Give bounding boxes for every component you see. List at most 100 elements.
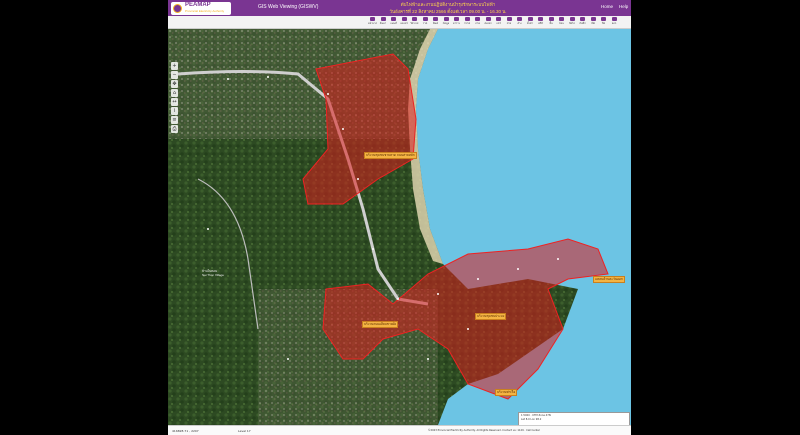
- toolbar-tool-label: ภาพ: [475, 22, 480, 25]
- zoom-out-icon[interactable]: −: [171, 71, 178, 79]
- menu-home[interactable]: Home: [601, 4, 613, 9]
- toolbar-button-16[interactable]: สถิติ: [536, 17, 545, 27]
- map-label-4[interactable]: แหลมด้านตะวันออก: [593, 276, 625, 283]
- toolbar-tool-icon: [496, 17, 501, 21]
- pea-logo[interactable]: PEAMAP Provincial Electricity Authority: [171, 2, 231, 15]
- logo-subtext: Provincial Electricity Authority: [185, 9, 225, 13]
- map-label-1[interactable]: บริเวณชุมชนชายหาด ถนนสายหลัก: [364, 152, 417, 159]
- scale-line-2: Lat 8.0 Lon 98.2: [521, 418, 542, 421]
- toolbar-tool-icon: [569, 17, 575, 21]
- map-label-3[interactable]: บริเวณชุมชนประมง: [475, 313, 507, 320]
- map-label-2[interactable]: บริเวณถนนเลียบชายฝั่ง: [362, 321, 399, 328]
- toolbar-tool-label: ปิด: [601, 22, 606, 25]
- toolbar-button-17[interactable]: ชั้น: [547, 17, 556, 27]
- toolbar-tool-label: วาด: [422, 22, 428, 25]
- coordinate-readout: 416828.71 , 2207: [172, 429, 199, 433]
- toolbar-button-3[interactable]: เลเยอร์: [400, 17, 409, 27]
- toolbar-tool-label: บันทึก: [579, 22, 586, 25]
- toolbar-button-1[interactable]: ค้นหา: [379, 17, 388, 27]
- toolbar-tool-icon: [506, 17, 512, 21]
- toolbar-tool-label: ย้อน: [559, 22, 564, 25]
- toolbar-tool-icon: [611, 17, 617, 21]
- pea-logo-icon: [173, 4, 182, 13]
- toolbar-tool-icon: [538, 17, 543, 21]
- measure-icon[interactable]: ↔: [171, 98, 178, 106]
- toolbar-button-5[interactable]: วาด: [421, 17, 430, 27]
- toolbar-button-14[interactable]: ล้าง: [515, 17, 524, 27]
- toolbar-button-8[interactable]: ตาราง: [452, 17, 461, 27]
- toolbar-tool-icon: [527, 17, 533, 21]
- toolbar-tool-icon: [590, 17, 596, 21]
- toolbar-button-10[interactable]: ภาพ: [473, 17, 482, 27]
- toolbar-tool-icon: [443, 17, 449, 21]
- toolbar-tool-label: ล้าง: [517, 22, 522, 25]
- toolbar-tool-label: พิมพ์: [433, 22, 438, 25]
- toolbar-tool-icon: [401, 17, 407, 21]
- menu-help[interactable]: Help: [619, 4, 628, 9]
- toolbar-tool-icon: [559, 17, 564, 21]
- toolbar-tool-icon: [370, 17, 375, 21]
- map-view[interactable]: + − ✥ ⌂ ↔ i ≡ ⎙ บริเวณชุมชนชายหาด ถนนสาย…: [168, 29, 631, 425]
- outage-banner: ดับไฟฟ้าและงานปฏิบัติงานบำรุงรักษาระบบไฟ…: [328, 1, 568, 15]
- identify-icon[interactable]: i: [171, 107, 178, 115]
- toolbar-button-7[interactable]: ข้อมูล: [442, 17, 451, 27]
- toolbar-tool-icon: [548, 17, 554, 21]
- toolbar-button-15[interactable]: ตั้งค่า: [526, 17, 535, 27]
- toolbar-tool-icon: [601, 17, 606, 21]
- toolbar-tool-label: สถิติ: [538, 22, 543, 25]
- toolbar-button-12[interactable]: แชร์: [494, 17, 503, 27]
- toolbar-button-4[interactable]: วัดระยะ: [410, 17, 419, 27]
- toolbar-button-13[interactable]: ช่วย: [505, 17, 514, 27]
- toolbar-tool-label: ข้อมูล: [442, 22, 450, 25]
- app-title: GIS Web Viewing (GISWV): [258, 4, 319, 10]
- toolbar-tool-icon: [475, 17, 480, 21]
- toolbar-tool-label: แผนที่: [390, 22, 397, 25]
- toolbar-button-23[interactable]: ออก: [610, 17, 619, 27]
- main-toolbar: หน้าแรก ค้นหา แผนที่ เลเยอร์ วัดระยะ วาด พิมพ์…: [168, 16, 631, 29]
- toolbar-tool-label: ค้นหา: [379, 22, 387, 25]
- toolbar-tool-icon: [391, 17, 396, 21]
- toolbar-button-6[interactable]: พิมพ์: [431, 17, 440, 27]
- print-icon[interactable]: ⎙: [171, 125, 178, 133]
- toolbar-button-18[interactable]: ย้อน: [557, 17, 566, 27]
- toolbar-tool-icon: [580, 17, 585, 21]
- logo-text: PEAMAP: [185, 2, 211, 8]
- toolbar-tool-label: ช่วย: [506, 22, 512, 25]
- toolbar-button-19[interactable]: ถัดไป: [568, 17, 577, 27]
- toolbar-button-2[interactable]: แผนที่: [389, 17, 398, 27]
- status-bar: 416828.71 , 2207 Level 17 ©2023 Provinci…: [168, 425, 631, 435]
- toolbar-tool-label: หน้าแรก: [367, 22, 378, 25]
- toolbar-tool-label: ตั้งค่า: [527, 22, 533, 25]
- layers-icon[interactable]: ≡: [171, 116, 178, 124]
- home-extent-icon[interactable]: ⌂: [171, 89, 178, 97]
- toolbar-tool-label: กราฟ: [463, 22, 471, 25]
- toolbar-tool-icon: [464, 17, 470, 21]
- toolbar-tool-icon: [485, 17, 491, 21]
- toolbar-tool-label: ส่งออก: [484, 22, 492, 25]
- place-name: บ้านในทอน Nai Thon Village: [202, 269, 224, 277]
- banner-line-1: ดับไฟฟ้าและงานปฏิบัติงานบำรุงรักษาระบบไฟ…: [400, 2, 496, 7]
- toolbar-button-21[interactable]: เปิด: [589, 17, 598, 27]
- toolbar-tool-icon: [517, 17, 522, 21]
- toolbar-tool-label: ถัดไป: [569, 22, 575, 25]
- toolbar-tool-icon: [454, 17, 459, 21]
- toolbar-button-0[interactable]: หน้าแรก: [368, 17, 377, 27]
- map-label-5[interactable]: บริเวณท่าเรือ: [495, 389, 518, 396]
- pan-icon[interactable]: ✥: [171, 80, 178, 88]
- toolbar-tool-label: ออก: [611, 22, 617, 25]
- toolbar-tool-label: แชร์: [496, 22, 501, 25]
- copyright-text: ©2023 Provincial Electricity Authority. …: [428, 429, 540, 432]
- toolbar-tool-label: เปิด: [590, 22, 596, 25]
- banner-line-2: วันอังคารที่ 22 สิงหาคม 2566 ตั้งแต่เวลา…: [389, 9, 507, 14]
- toolbar-button-11[interactable]: ส่งออก: [484, 17, 493, 27]
- zoom-level: Level 17: [238, 429, 251, 433]
- toolbar-button-22[interactable]: ปิด: [599, 17, 608, 27]
- toolbar-tool-label: วัดระยะ: [410, 22, 419, 25]
- satellite-map[interactable]: [168, 29, 631, 425]
- toolbar-button-20[interactable]: บันทึก: [578, 17, 587, 27]
- toolbar-tool-icon: [380, 17, 386, 21]
- zoom-in-icon[interactable]: +: [171, 62, 178, 70]
- toolbar-tool-icon: [412, 17, 417, 21]
- top-bar: PEAMAP Provincial Electricity Authority …: [168, 0, 631, 16]
- toolbar-button-9[interactable]: กราฟ: [463, 17, 472, 27]
